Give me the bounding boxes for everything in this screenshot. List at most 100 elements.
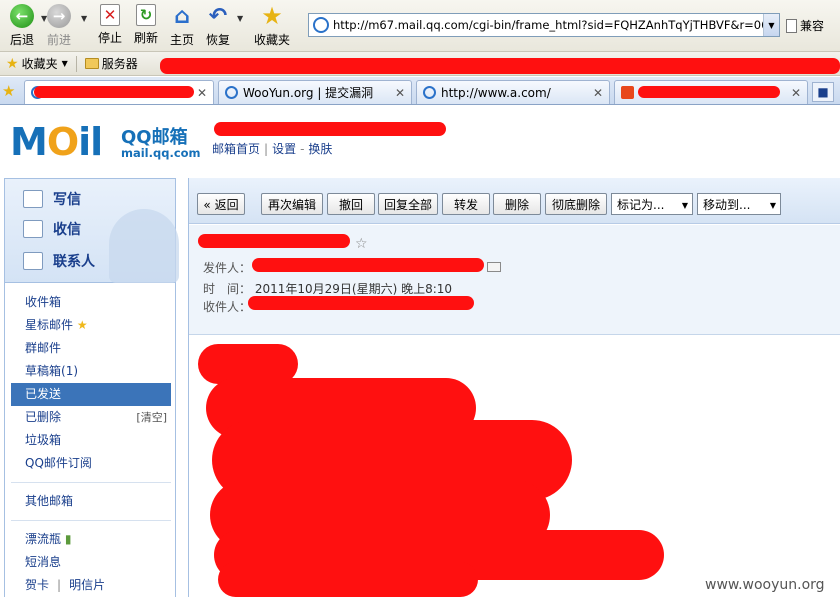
tab-favicon-icon bbox=[621, 86, 634, 99]
back-to-list-button[interactable]: « 返回 bbox=[197, 193, 245, 215]
folder-drafts[interactable]: 草稿箱(1) bbox=[11, 360, 171, 383]
address-dropdown-icon[interactable]: ▼ bbox=[763, 14, 779, 36]
mark-as-select[interactable]: 标记为... ▼ bbox=[611, 193, 693, 215]
tab-close-icon[interactable]: ✕ bbox=[593, 86, 603, 100]
new-tab-button[interactable]: ■ bbox=[812, 82, 834, 102]
move-to-select[interactable]: 移动到... ▼ bbox=[697, 193, 781, 215]
compose-button[interactable]: 写信 bbox=[23, 189, 81, 209]
tab-3[interactable]: http://www.a.com/ ✕ bbox=[416, 80, 610, 104]
tab-favorites-star-icon[interactable]: ★ bbox=[2, 82, 15, 100]
from-label: 发件人： bbox=[203, 261, 252, 275]
browser-toolbar: ← 后退 ▼ → 前进 ▼ ✕ 停止 ↻ 刷新 ⌂ 主页 ↶ 恢复 ▼ ★ 收藏… bbox=[0, 0, 840, 52]
tab-close-icon[interactable]: ✕ bbox=[197, 86, 207, 100]
contact-card-icon[interactable] bbox=[487, 262, 501, 272]
delete-permanent-button[interactable]: 彻底删除 bbox=[545, 193, 607, 215]
folder-deleted[interactable]: 已删除 [清空] bbox=[11, 406, 171, 429]
divider bbox=[11, 513, 171, 521]
delete-button[interactable]: 删除 bbox=[493, 193, 541, 215]
draft-count: (1) bbox=[61, 364, 79, 378]
time-value: 2011年10月29日(星期六) 晚上8:10 bbox=[254, 282, 453, 296]
folder-group[interactable]: 群邮件 bbox=[11, 337, 171, 360]
contacts-button[interactable]: 联系人 bbox=[23, 251, 95, 271]
folder-inbox[interactable]: 收件箱 bbox=[11, 291, 171, 314]
back-arrow-icon: ← bbox=[10, 4, 34, 28]
receive-button[interactable]: 收信 bbox=[23, 219, 81, 239]
read-toolbar: « 返回 再次编辑 撤回 回复全部 转发 删除 彻底删除 标记为... ▼ 移动到… bbox=[189, 178, 840, 224]
link-skin[interactable]: 换肤 bbox=[308, 142, 332, 156]
refresh-label: 刷新 bbox=[133, 31, 158, 45]
tab-favicon-icon bbox=[423, 86, 436, 99]
restore-label: 恢复 bbox=[205, 33, 230, 47]
time-label: 时 间： bbox=[203, 282, 252, 296]
left-sidebar: 写信 收信 联系人 收件箱 星标邮件 ★ 群邮件 草稿箱(1) 已发送 已删除 [… bbox=[4, 178, 179, 597]
reedit-button[interactable]: 再次编辑 bbox=[261, 193, 323, 215]
postcard-link[interactable]: 明信片 bbox=[69, 578, 105, 592]
to-row: 收件人： bbox=[203, 298, 251, 315]
refresh-icon: ↻ bbox=[136, 4, 156, 26]
contacts-icon bbox=[23, 252, 43, 270]
favorites-star-icon: ★ bbox=[261, 2, 283, 30]
chevron-down-icon: ▼ bbox=[769, 201, 776, 210]
to-label: 收件人： bbox=[203, 300, 252, 314]
folder-icon bbox=[84, 58, 99, 69]
mail-header: MOil QQ邮箱 mail.qq.com 邮箱首页 | 设置 - 换肤 bbox=[0, 106, 840, 178]
action-panel: 写信 收信 联系人 bbox=[5, 179, 179, 283]
address-bar[interactable]: http://m67.mail.qq.com/cgi-bin/frame_htm… bbox=[308, 13, 780, 37]
cards-row: 贺卡 | 明信片 bbox=[11, 574, 171, 597]
folder-list: 收件箱 星标邮件 ★ 群邮件 草稿箱(1) 已发送 已删除 [清空] 垃圾箱 QQ… bbox=[11, 291, 171, 597]
link-mail-home[interactable]: 邮箱首页 bbox=[212, 142, 260, 156]
stop-icon: ✕ bbox=[100, 4, 120, 26]
favorites-dropdown-icon[interactable]: ▼ bbox=[62, 59, 68, 68]
folder-label: 草稿箱 bbox=[25, 364, 62, 378]
drift-bottle-label: 漂流瓶 bbox=[25, 532, 62, 546]
qq-penguin-watermark bbox=[109, 209, 179, 283]
folder-label: 群邮件 bbox=[25, 341, 62, 355]
compose-icon bbox=[23, 190, 43, 208]
favorites-bar-label[interactable]: 收藏夹 bbox=[22, 55, 58, 72]
redaction-mark bbox=[160, 58, 840, 74]
restore-dropdown-icon[interactable]: ▼ bbox=[237, 14, 243, 23]
home-label: 主页 bbox=[169, 33, 194, 47]
compat-view-button[interactable]: 兼容 bbox=[786, 17, 824, 34]
qqmail-logo[interactable]: MOil bbox=[10, 120, 103, 164]
forward-button[interactable]: → 前进 bbox=[37, 4, 81, 48]
sms-label: 短消息 bbox=[25, 555, 62, 569]
folder-label: 已删除 bbox=[25, 410, 62, 424]
folder-starred[interactable]: 星标邮件 ★ bbox=[11, 314, 171, 337]
folder-sent[interactable]: 已发送 bbox=[11, 383, 171, 406]
tab-label: WooYun.org | 提交漏洞 bbox=[243, 86, 374, 100]
tab-close-icon[interactable]: ✕ bbox=[791, 86, 801, 100]
redaction-mark bbox=[214, 122, 446, 136]
favorites-star-icon: ★ bbox=[6, 55, 19, 72]
tab-2[interactable]: WooYun.org | 提交漏洞 ✕ bbox=[218, 80, 412, 104]
folder-label: QQ邮件订阅 bbox=[25, 456, 92, 470]
sms-link[interactable]: 短消息 bbox=[11, 551, 171, 574]
link-settings[interactable]: 设置 bbox=[272, 142, 296, 156]
clear-deleted-link[interactable]: [清空] bbox=[136, 406, 167, 429]
address-url[interactable]: http://m67.mail.qq.com/cgi-bin/frame_htm… bbox=[333, 18, 763, 32]
favorites-button[interactable]: ★ 收藏夹 bbox=[250, 2, 294, 48]
tab-close-icon[interactable]: ✕ bbox=[395, 86, 405, 100]
recall-button[interactable]: 撤回 bbox=[327, 193, 375, 215]
redaction-mark bbox=[218, 562, 478, 597]
move-to-label: 移动到... bbox=[703, 197, 751, 212]
restore-button[interactable]: ↶ 恢复 bbox=[196, 4, 240, 48]
reply-all-button[interactable]: 回复全部 bbox=[378, 193, 438, 215]
forward-dropdown-icon[interactable]: ▼ bbox=[81, 14, 87, 23]
folder-label: 收件箱 bbox=[25, 295, 62, 309]
divider bbox=[11, 475, 171, 483]
wooyun-watermark: www.wooyun.org bbox=[705, 577, 825, 593]
forward-button[interactable]: 转发 bbox=[442, 193, 490, 215]
bottle-icon: ▮ bbox=[64, 532, 72, 546]
folder-spam[interactable]: 垃圾箱 bbox=[11, 429, 171, 452]
other-mailbox[interactable]: 其他邮箱 bbox=[11, 490, 171, 513]
time-row: 时 间： 2011年10月29日(星期六) 晚上8:10 bbox=[203, 280, 452, 297]
fav-folder-server[interactable]: 服务器 bbox=[102, 55, 138, 72]
compose-label: 写信 bbox=[53, 192, 81, 208]
folder-subscriptions[interactable]: QQ邮件订阅 bbox=[11, 452, 171, 475]
greeting-card-link[interactable]: 贺卡 bbox=[25, 578, 49, 592]
star-outline-icon[interactable]: ☆ bbox=[355, 236, 368, 252]
drift-bottle-link[interactable]: 漂流瓶 ▮ bbox=[11, 528, 171, 551]
redaction-mark bbox=[638, 86, 780, 98]
folder-label: 星标邮件 bbox=[25, 318, 74, 332]
